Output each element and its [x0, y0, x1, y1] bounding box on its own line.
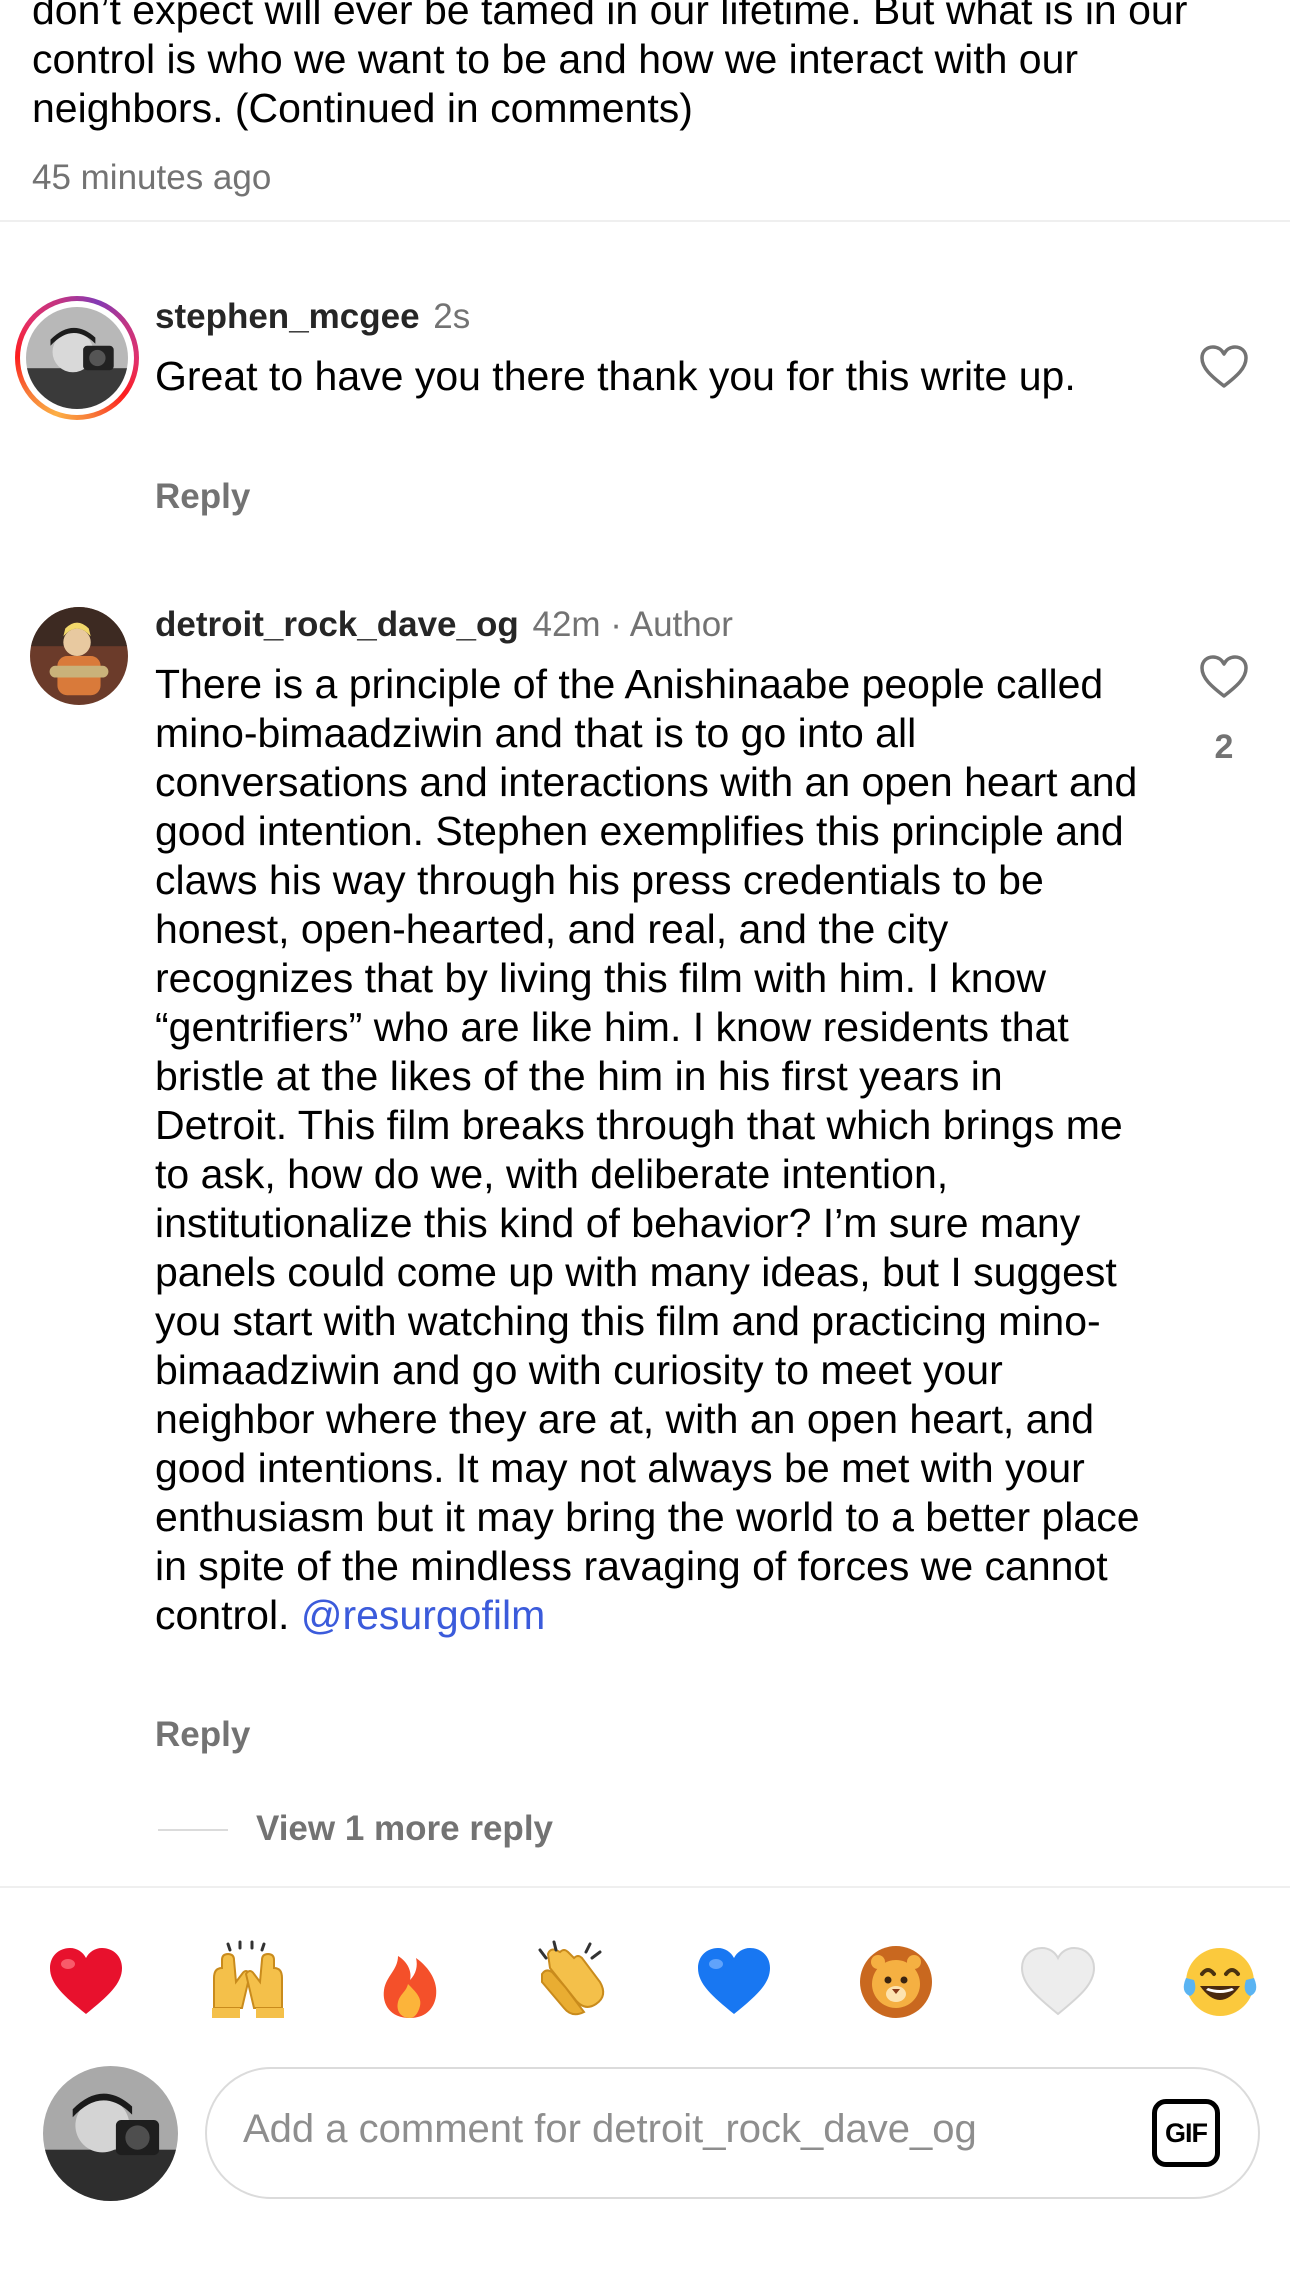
- mention-link[interactable]: @resurgofilm: [301, 1592, 545, 1638]
- fire-icon[interactable]: [368, 1938, 452, 2022]
- view-more-replies-button[interactable]: View 1 more reply: [256, 1809, 553, 1849]
- red-heart-icon[interactable]: [44, 1938, 128, 2022]
- like-count[interactable]: 2: [1212, 728, 1236, 767]
- post-timestamp: 45 minutes ago: [32, 158, 272, 197]
- quick-reactions-bar: [0, 1938, 1290, 2022]
- comment-text: Great to have you there thank you for th…: [155, 353, 1076, 399]
- comment-time: 42m · Author: [532, 605, 733, 644]
- replies-divider-line: [158, 1829, 228, 1831]
- avatar[interactable]: [30, 607, 128, 705]
- clapping-hands-icon[interactable]: [530, 1938, 614, 2022]
- comment-header: detroit_rock_dave_og 42m · Author: [155, 604, 733, 646]
- divider: [0, 220, 1290, 222]
- tears-of-joy-icon[interactable]: [1178, 1938, 1262, 2022]
- blue-heart-icon[interactable]: [692, 1938, 776, 2022]
- avatar[interactable]: [26, 307, 128, 409]
- comment-username[interactable]: stephen_mcgee: [155, 297, 420, 336]
- gif-button[interactable]: GIF: [1152, 2099, 1220, 2167]
- divider: [0, 1886, 1290, 1888]
- post-caption: don’t expect will ever be tamed in our l…: [32, 0, 1188, 131]
- comment-input[interactable]: [243, 2107, 1123, 2152]
- comment-composer: GIF: [205, 2067, 1260, 2199]
- comment-username[interactable]: detroit_rock_dave_og: [155, 605, 519, 644]
- comment-time: 2s: [433, 297, 471, 336]
- like-heart-icon[interactable]: [1199, 654, 1249, 700]
- reply-button[interactable]: Reply: [155, 477, 250, 517]
- raising-hands-icon[interactable]: [206, 1938, 290, 2022]
- lion-icon[interactable]: [854, 1938, 938, 2022]
- white-heart-icon[interactable]: [1016, 1938, 1100, 2022]
- comment-header: stephen_mcgee 2s: [155, 296, 470, 338]
- reply-button[interactable]: Reply: [155, 1715, 250, 1755]
- like-heart-icon[interactable]: [1199, 344, 1249, 390]
- current-user-avatar: [43, 2066, 178, 2201]
- comment-text: There is a principle of the Anishinaabe …: [155, 660, 1145, 1640]
- comment-body: There is a principle of the Anishinaabe …: [155, 661, 1140, 1638]
